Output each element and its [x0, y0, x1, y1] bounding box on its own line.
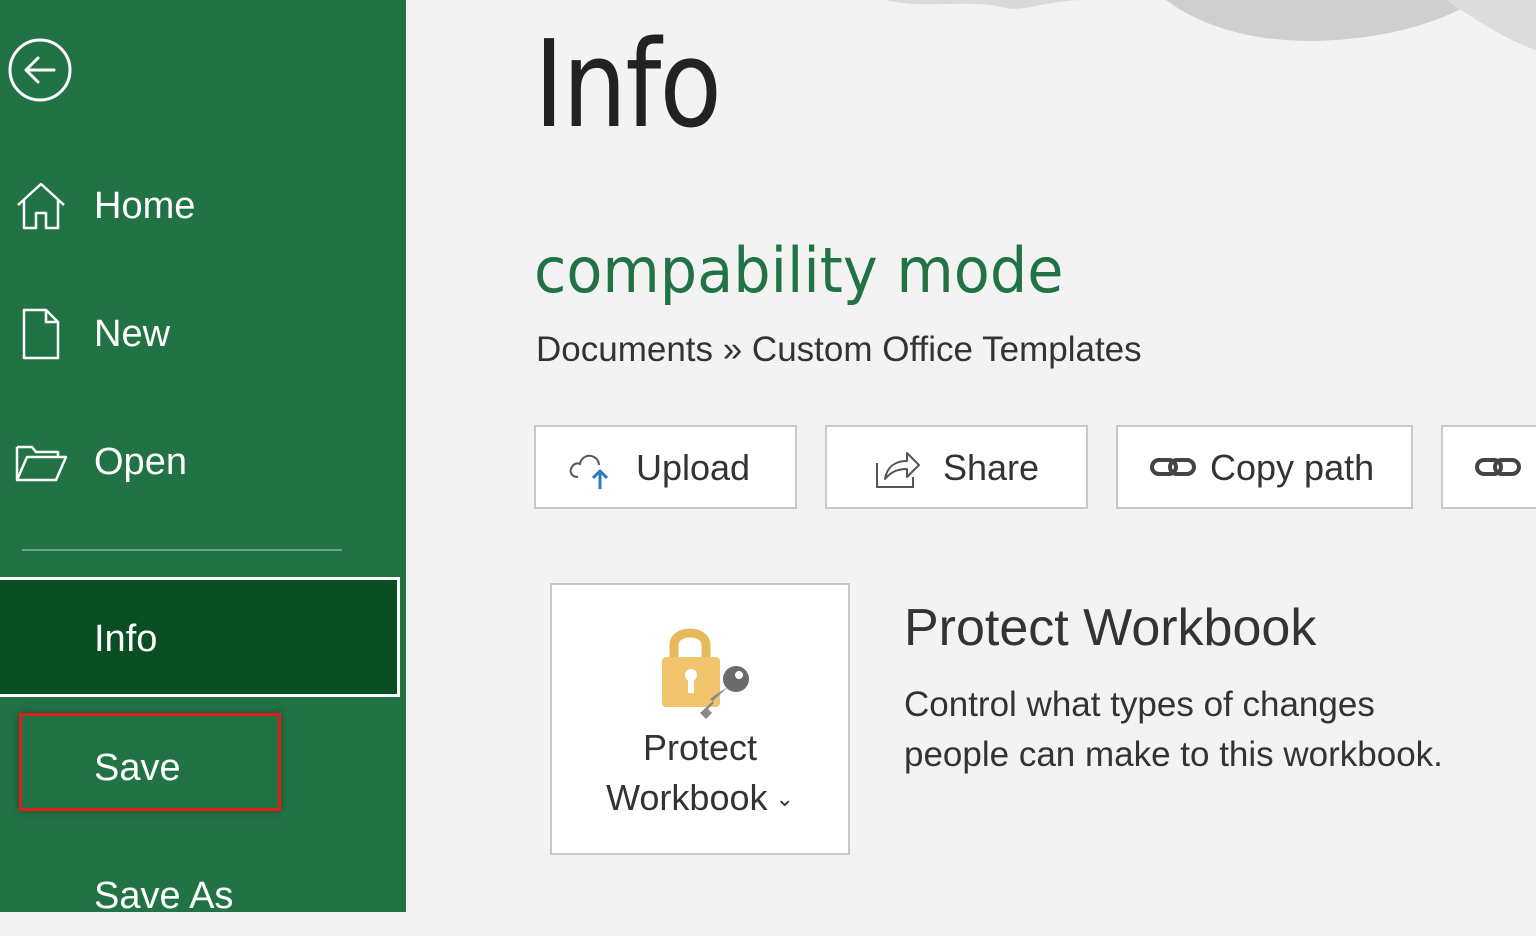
back-button[interactable] — [6, 36, 74, 104]
back-arrow-icon — [8, 38, 72, 102]
nav-item-save[interactable]: Save — [0, 728, 406, 808]
cloud-upload-icon — [566, 445, 616, 491]
copy-path-button[interactable]: Copy path — [1116, 425, 1413, 509]
page-title: Info — [534, 16, 722, 155]
protect-workbook-title: Protect Workbook — [904, 599, 1317, 657]
document-location[interactable]: Documents » Custom Office Templates — [536, 330, 1142, 370]
upload-button[interactable]: Upload — [534, 425, 797, 509]
backstage-sidebar: Home New Open Info Save Save As — [0, 0, 406, 917]
nav-label-save-as: Save As — [94, 874, 234, 917]
nav-label-info: Info — [94, 618, 158, 660]
info-pane: Info compability mode Documents » Custom… — [406, 0, 1536, 912]
protect-desc-line2: people can make to this workbook. — [904, 735, 1443, 774]
nav-item-home[interactable]: Home — [0, 166, 406, 246]
open-folder-icon — [14, 435, 68, 489]
share-icon — [873, 445, 923, 491]
protect-workbook-label-line2: Workbook ⌄ — [552, 777, 848, 819]
nav-label-open: Open — [94, 440, 187, 483]
protect-workbook-label-text: Workbook — [606, 777, 768, 818]
chevron-down-icon: ⌄ — [775, 786, 794, 811]
home-icon — [14, 179, 68, 233]
lock-key-icon — [662, 628, 749, 719]
protect-workbook-description: Control what types of changes people can… — [904, 680, 1536, 780]
share-label: Share — [943, 447, 1040, 488]
protect-desc-line1: Control what types of changes — [904, 685, 1375, 724]
protect-workbook-label-line1: Protect — [642, 727, 758, 768]
nav-item-new[interactable]: New — [0, 294, 406, 374]
link-icon — [1473, 445, 1523, 491]
new-document-icon — [14, 307, 68, 361]
nav-divider — [22, 549, 342, 551]
link-icon — [1148, 445, 1198, 491]
nav-item-open[interactable]: Open — [0, 422, 406, 502]
upload-label: Upload — [636, 447, 751, 488]
link-button[interactable] — [1441, 425, 1536, 509]
document-title: compability mode — [534, 234, 1064, 307]
copy-path-label: Copy path — [1210, 447, 1375, 488]
nav-label-new: New — [94, 312, 171, 355]
nav-label-home: Home — [94, 184, 196, 227]
nav-item-save-as[interactable]: Save As — [0, 856, 406, 936]
share-button[interactable]: Share — [825, 425, 1088, 509]
protect-workbook-button[interactable]: Protect Workbook ⌄ — [550, 583, 850, 855]
nav-item-info[interactable]: Info — [0, 577, 400, 697]
nav-label-save: Save — [94, 746, 181, 789]
